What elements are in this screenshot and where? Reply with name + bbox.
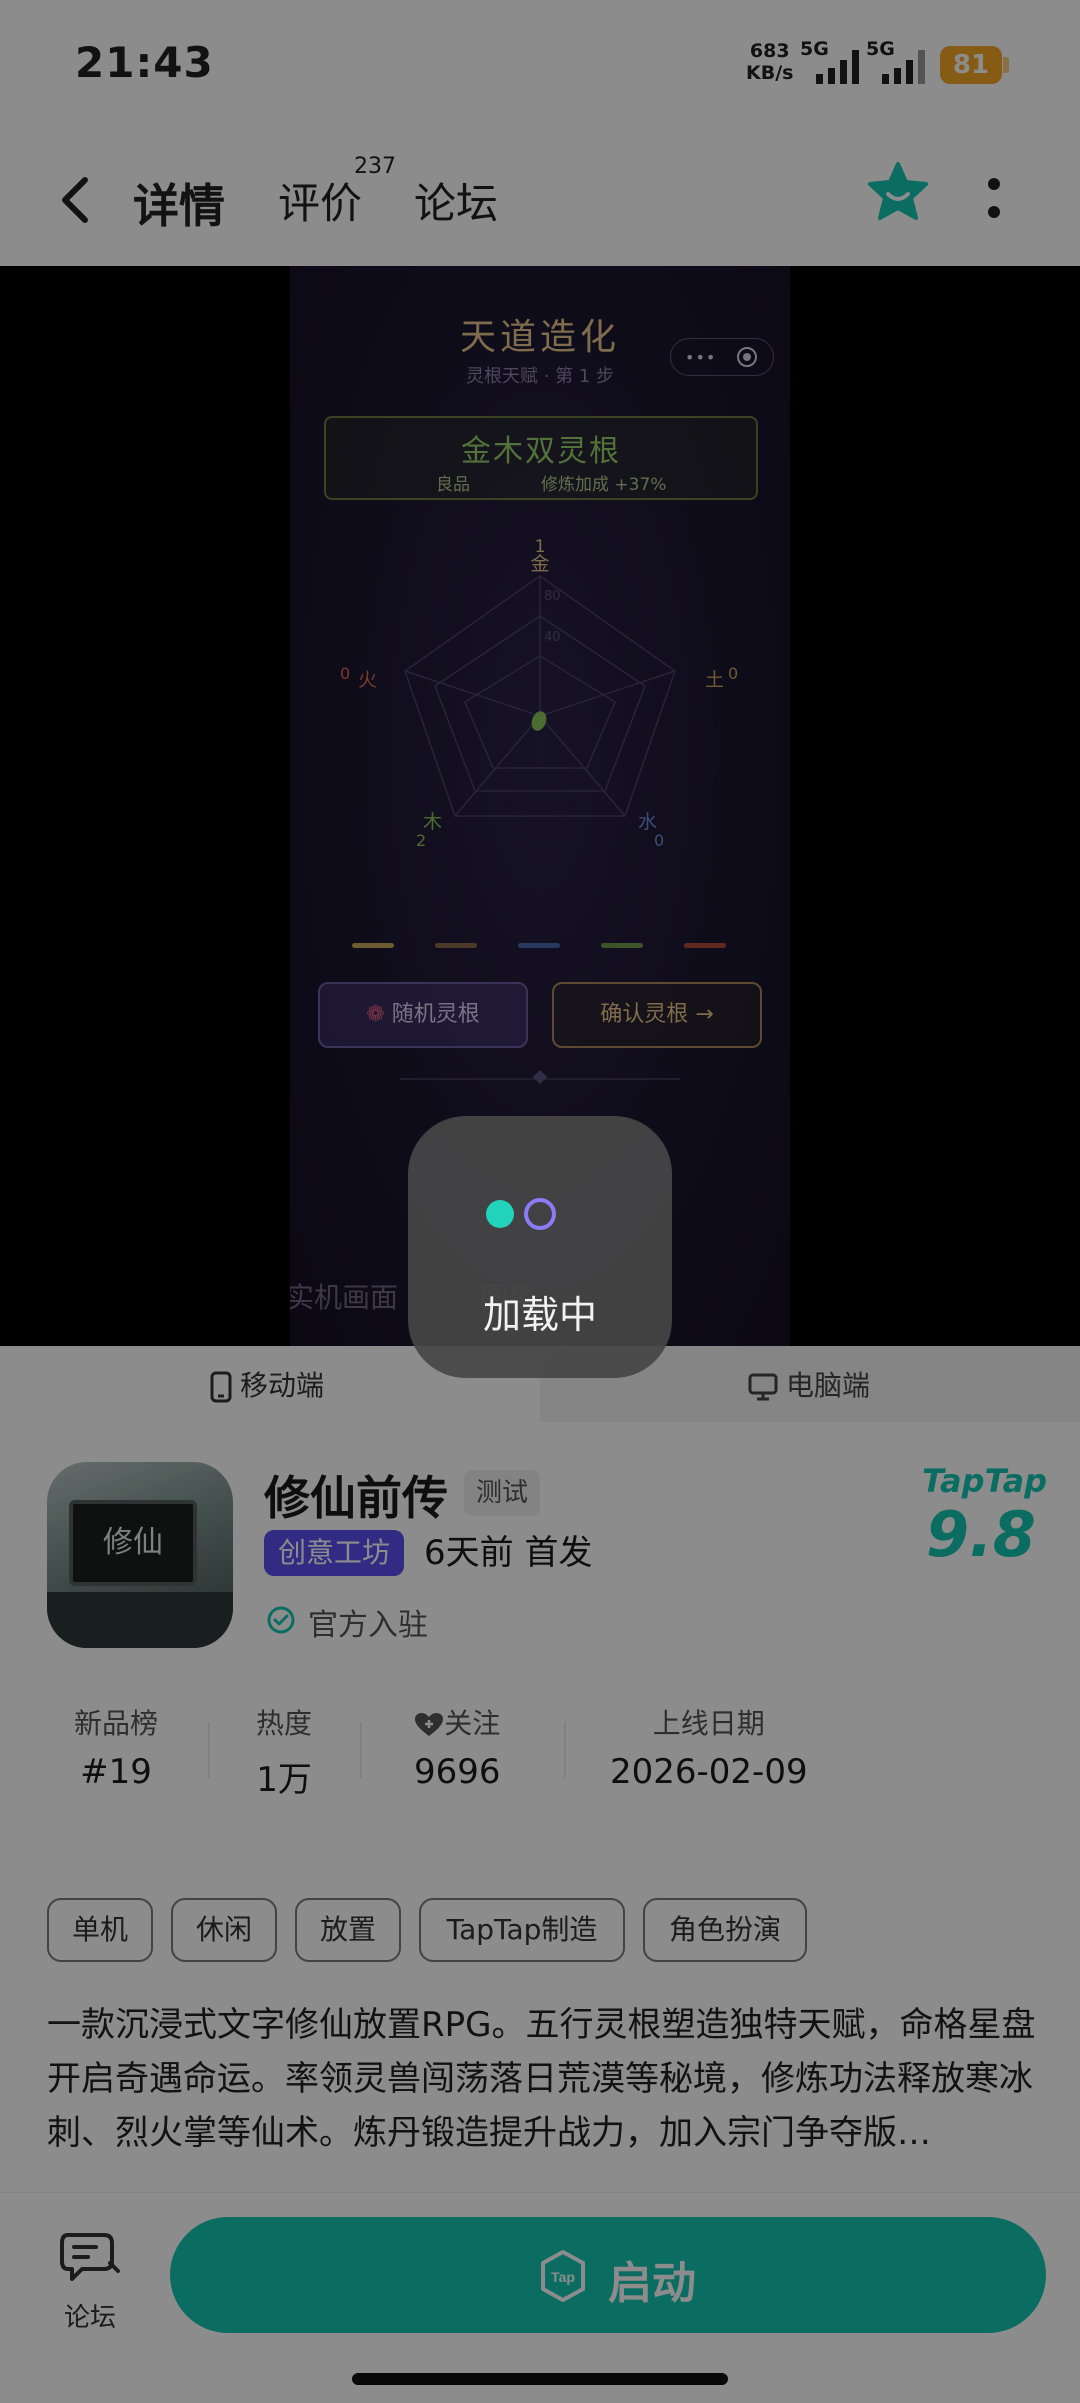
loading-toast: 加载中 bbox=[408, 1116, 672, 1378]
loading-ring-icon bbox=[524, 1198, 556, 1230]
loading-label: 加载中 bbox=[482, 1293, 597, 1337]
loading-dot-icon bbox=[486, 1200, 514, 1228]
